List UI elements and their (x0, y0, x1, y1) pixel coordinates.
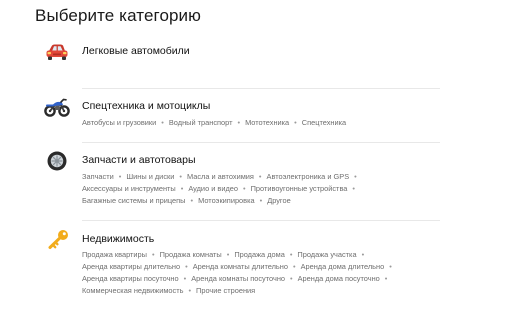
divider (82, 220, 440, 221)
separator-dot: • (290, 274, 293, 283)
subcategory-link[interactable]: Другое (267, 196, 290, 205)
subcategory-line: Аксессуары и инструменты • Аудио и видео • П… (82, 183, 442, 195)
separator-dot: • (389, 262, 392, 271)
subcategory-link[interactable]: Коммерческая недвижимость (82, 286, 183, 295)
subcategory-link[interactable]: Продажа комнаты (160, 250, 222, 259)
subcategory-list: Продажа квартиры • Продажа комнаты • Продажа… (82, 249, 442, 297)
subcategory-list: Запчасти • Шины и диски • Масла и автохимия •… (82, 171, 442, 207)
category-title[interactable]: Недвижимость (82, 232, 154, 246)
separator-dot: • (384, 274, 388, 283)
subcategory-link[interactable]: Аренда квартиры длительно (82, 262, 180, 271)
separator-dot: • (258, 172, 262, 181)
subcategory-line: Запчасти • Шины и диски • Масла и автохимия •… (82, 171, 442, 183)
subcategory-line: Аренда квартиры посуточно • Аренда комнаты… (82, 273, 442, 285)
subcategory-link[interactable]: Спецтехника (302, 118, 346, 127)
subcategory-link[interactable]: Водный транспорт (169, 118, 233, 127)
category-title[interactable]: Легковые автомобили (82, 44, 190, 58)
subcategory-link[interactable]: Запчасти (82, 172, 114, 181)
key-icon[interactable] (44, 228, 70, 250)
page-title: Выберите категорию (35, 6, 202, 25)
separator-dot: • (361, 250, 365, 259)
tire-icon[interactable] (44, 150, 70, 172)
divider (82, 142, 440, 143)
subcategory-link[interactable]: Автобусы и грузовики (82, 118, 156, 127)
separator-dot: • (237, 118, 241, 127)
separator-dot: • (226, 250, 230, 259)
separator-dot: • (188, 286, 192, 295)
subcategory-list: Автобусы и грузовики • Водный транспорт • Мо… (82, 117, 442, 129)
subcategory-link[interactable]: Аренда комнаты посуточно (191, 274, 285, 283)
subcategory-line: Автобусы и грузовики • Водный транспорт • Мо… (82, 117, 442, 129)
subcategory-link[interactable]: Шины и диски (126, 172, 174, 181)
subcategory-link[interactable]: Продажа дома (234, 250, 285, 259)
subcategory-link[interactable]: Продажа квартиры (82, 250, 147, 259)
category-title[interactable]: Запчасти и автотовары (82, 153, 196, 167)
separator-dot: • (243, 184, 246, 193)
separator-dot: • (259, 196, 263, 205)
separator-dot: • (352, 184, 355, 193)
separator-dot: • (151, 250, 155, 259)
car-icon[interactable] (44, 42, 70, 64)
subcategory-line: Продажа квартиры • Продажа комнаты • Продажа… (82, 249, 442, 261)
subcategory-link[interactable]: Мотоэкипировка (198, 196, 255, 205)
subcategory-link[interactable]: Аудио и видео (188, 184, 238, 193)
subcategory-link[interactable]: Аренда квартиры посуточно (82, 274, 179, 283)
separator-dot: • (118, 172, 122, 181)
subcategory-link[interactable]: Аренда дома посуточно (298, 274, 380, 283)
separator-dot: • (183, 274, 187, 283)
subcategory-link[interactable]: Продажа участка (297, 250, 356, 259)
subcategory-link[interactable]: Прочие строения (196, 286, 255, 295)
motorcycle-icon[interactable] (44, 96, 70, 118)
subcategory-link[interactable]: Аксессуары и инструменты (82, 184, 176, 193)
separator-dot: • (289, 250, 293, 259)
subcategory-link[interactable]: Аренда комнаты длительно (193, 262, 288, 271)
separator-dot: • (180, 184, 184, 193)
separator-dot: • (294, 118, 297, 127)
divider (82, 88, 440, 89)
subcategory-link[interactable]: Масла и автохимия (187, 172, 254, 181)
subcategory-line: Багажные системы и прицепы • Мотоэкипировк… (82, 195, 442, 207)
separator-dot: • (190, 196, 194, 205)
subcategory-link[interactable]: Противоугонные устройства (251, 184, 348, 193)
subcategory-line: Аренда квартиры длительно • Аренда комнаты… (82, 261, 442, 273)
category-title[interactable]: Спецтехника и мотоциклы (82, 99, 210, 113)
subcategory-line: Коммерческая недвижимость • Прочие строени… (82, 285, 442, 297)
separator-dot: • (292, 262, 296, 271)
subcategory-link[interactable]: Автоэлектроника и GPS (267, 172, 350, 181)
subcategory-link[interactable]: Мототехника (245, 118, 289, 127)
separator-dot: • (354, 172, 357, 181)
separator-dot: • (161, 118, 164, 127)
subcategory-link[interactable]: Аренда дома длительно (301, 262, 385, 271)
separator-dot: • (185, 262, 188, 271)
subcategory-link[interactable]: Багажные системы и прицепы (82, 196, 185, 205)
separator-dot: • (179, 172, 182, 181)
